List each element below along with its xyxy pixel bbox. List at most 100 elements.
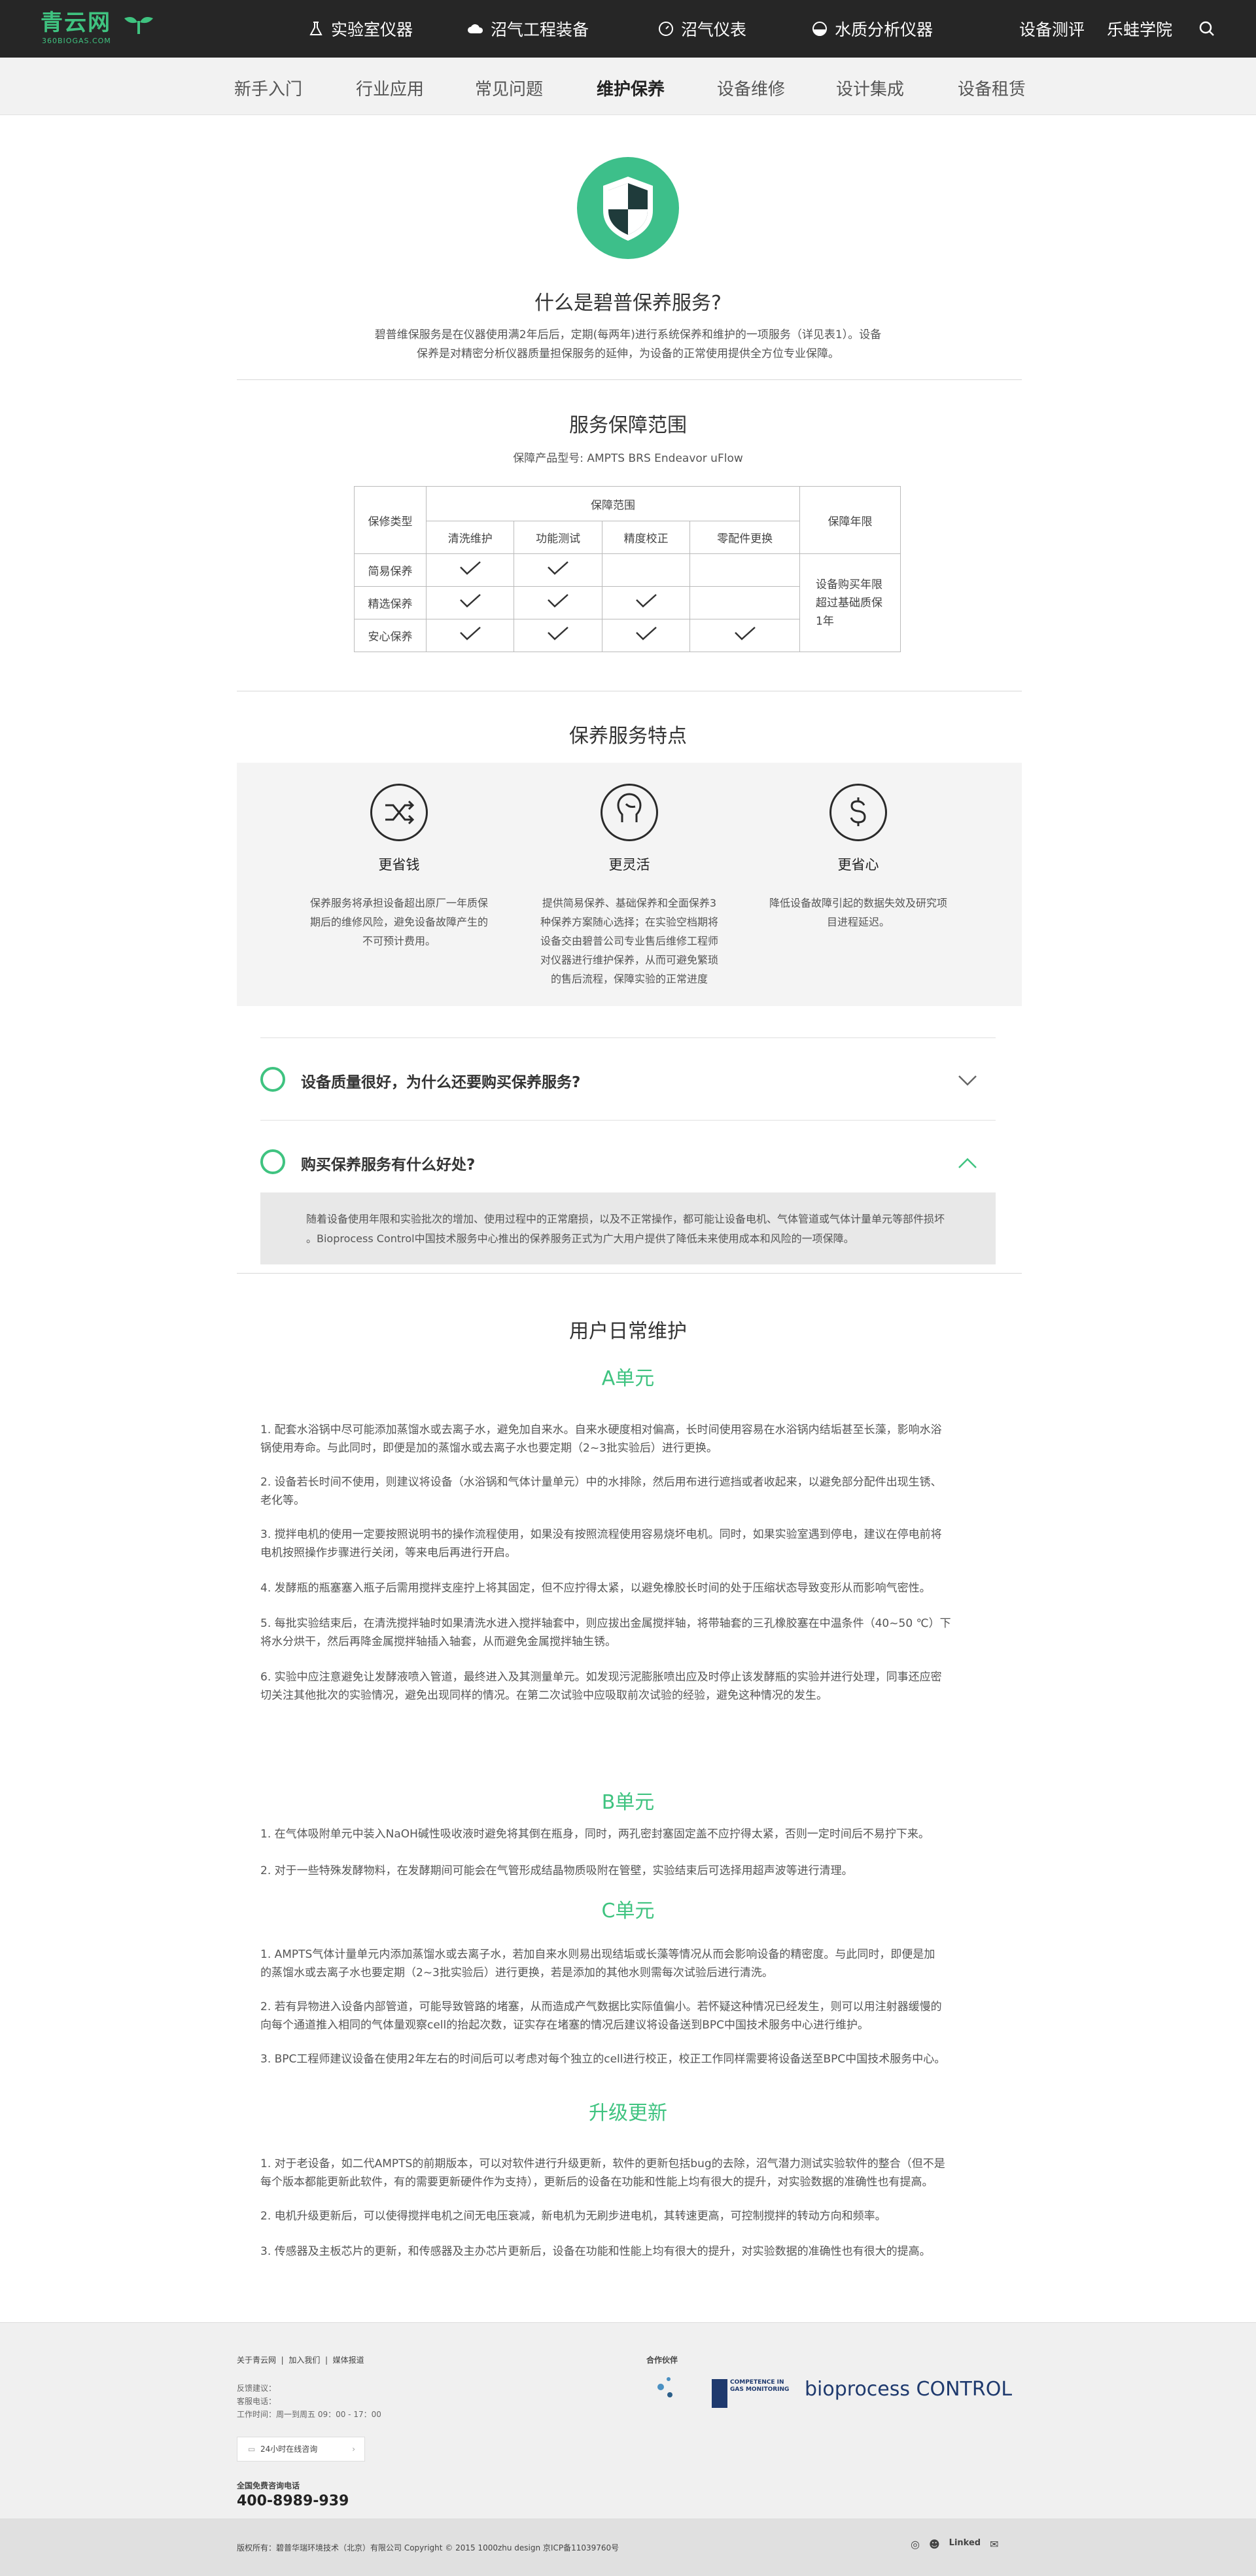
search-button[interactable] <box>1198 0 1215 58</box>
maintenance-line: 1. 对于老设备，如二代AMPTS的前期版本，可以对软件进行升级更新，软件的更新… <box>260 2157 945 2170</box>
partner-logo-gas-monitoring[interactable]: COMPETENCE IN GAS MONITORING <box>712 2379 790 2408</box>
maintenance-line: 3. BPC工程师建议设备在使用2年左右的时间后可以考虑对每个独立的cell进行… <box>260 2053 946 2066</box>
anaconda-logo-icon <box>657 2377 672 2397</box>
wechat-icon[interactable]: ✉ <box>990 2538 998 2550</box>
nav-water-analyzers[interactable]: 水质分析仪器 <box>811 0 933 58</box>
nav-label: 水质分析仪器 <box>835 20 933 39</box>
intro-text: 碧普维保服务是在仪器使用满2年后后，定期(每两年)进行系统保养和维护的一项服务（… <box>0 326 1256 364</box>
subnav-item-rental[interactable]: 设备租赁 <box>958 76 1026 100</box>
check-icon <box>425 553 515 587</box>
maintenance-line: 4. 发酵瓶的瓶塞塞入瓶子后需用搅拌支座拧上将其固定，但不应拧得太紧，以避免橡胶… <box>260 1582 931 1595</box>
feature-line: 种保养方案随心选择；在实验空档期将 <box>540 916 718 928</box>
table-subheader: 零配件更换 <box>689 521 800 554</box>
check-icon <box>425 586 515 619</box>
empty-cell <box>689 586 800 619</box>
feature-line: 提供简易保养、基础保养和全面保养3 <box>542 897 717 909</box>
subnav-item-integration[interactable]: 设计集成 <box>836 76 904 100</box>
maintenance-line: 2. 电机升级更新后，可以使得搅拌电机之间无电压衰减，新电机为无刷步进电机，其转… <box>260 2210 886 2223</box>
row-name: 简易保养 <box>354 553 427 587</box>
maintenance-line: 5. 每批实验结束后，在清洗搅拌轴时如果清洗水进入搅拌轴套中，则应拔出金属搅拌轴… <box>260 1617 951 1630</box>
subnav-item-industry[interactable]: 行业应用 <box>356 76 424 100</box>
logo-subtitle: 360BIOGAS.COM <box>42 37 111 45</box>
maintenance-line: 向每个通道推入相同的气体量观察cell的抬起次数，证实存在堵塞的情况后建议将设备… <box>260 2019 869 2032</box>
weibo-icon[interactable]: ◎ <box>911 2538 920 2550</box>
chevron-down-icon[interactable] <box>958 1075 977 1087</box>
linkedin-icon[interactable]: Linked <box>949 2538 981 2550</box>
partner-logo-anaconda[interactable] <box>646 2374 699 2413</box>
maintenance-item: 4. 发酵瓶的瓶塞塞入瓶子后需用搅拌支座拧上将其固定，但不应拧得太紧，以避免橡胶… <box>260 1579 996 1597</box>
divider <box>237 379 1022 380</box>
feature-card: 更灵活 提供简易保养、基础保养和全面保养3 种保养方案随心选择；在实验空档期将 … <box>531 763 727 988</box>
nav-lab-instruments[interactable]: 实验室仪器 <box>307 0 413 58</box>
copyright-bar: 版权所有：碧普华瑞环境技术（北京）有限公司 Copyright © 2015 1… <box>0 2518 1256 2576</box>
maintenance-item: 2. 设备若长时间不使用，则建议将设备（水浴锅和气体计量单元）中的水排除，然后用… <box>260 1473 996 1510</box>
feature-card: 更省钱 保养服务将承担设备超出原厂一年质保 期后的维修风险，避免设备故障产生的 … <box>301 763 497 950</box>
site-logo[interactable]: 青云网 360BIOGAS.COM <box>41 9 165 48</box>
nav-academy[interactable]: 乐蛙学院 <box>1107 0 1172 58</box>
maintenance-line: 切关注其他批次的实验情况，避免出现同样的情况。在第二次试验中应吸取前次试验的经验… <box>260 1689 828 1702</box>
maintenance-line: 2. 设备若长时间不使用，则建议将设备（水浴锅和气体计量单元）中的水排除，然后用… <box>260 1476 942 1489</box>
nav-device-review[interactable]: 设备测评 <box>1019 0 1085 58</box>
nav-biogas-meters[interactable]: 沼气仪表 <box>657 0 746 58</box>
chevron-up-icon[interactable] <box>958 1157 977 1169</box>
online-consult-button[interactable]: ▭ 24小时在线咨询 › <box>237 2437 365 2462</box>
answer-line: 。Bioprocess Control中国技术服务中心推出的保养服务正式为广大用… <box>306 1232 854 1245</box>
maintenance-item: 2. 若有异物进入设备内部管道，可能导致管路的堵塞，从而造成产气数据比实际值偏小… <box>260 1998 996 2034</box>
feature-text: 降低设备故障引起的数据失效及研究项 目进程延迟。 <box>760 894 956 931</box>
check-icon <box>425 619 515 652</box>
nav-label: 沼气仪表 <box>681 20 747 39</box>
social-icons: ◎ ☻ Linked ✉ <box>911 2538 998 2550</box>
table-subheader: 精度校正 <box>601 521 691 554</box>
maintenance-item: 1. AMPTS气体计量单元内添加蒸馏水或去离子水，若加自来水则易出现结垢或长藻… <box>260 1945 996 1982</box>
footer-links: 关于青云网 | 加入我们 | 媒体报道 <box>237 2356 364 2365</box>
chevron-right-icon: › <box>352 2445 355 2454</box>
subnav-item-maintenance[interactable]: 维护保养 <box>597 76 665 100</box>
table-row: 简易保养 设备购买年限超过基础质保1年 <box>354 553 901 652</box>
maintenance-line: 6. 实验中应注意避免让发酵液喷入管道，最终进入及其测量单元。如发现污泥膨胀喷出… <box>260 1671 942 1684</box>
qq-icon[interactable]: ☻ <box>929 2538 940 2550</box>
footer-contact: 反馈建议： 客服电话： 工作时间：周一到周五 09：00 - 17：00 <box>237 2382 381 2421</box>
maintenance-line: 2. 若有异物进入设备内部管道，可能导致管路的堵塞，从而造成产气数据比实际值偏小… <box>260 2000 942 2013</box>
unit-title: A单元 <box>601 1367 655 1390</box>
hotline-number[interactable]: 400-8989-939 <box>237 2493 349 2509</box>
footer-link[interactable]: 加入我们 <box>288 2356 320 2365</box>
feature-title: 更灵活 <box>608 857 650 873</box>
footer-link[interactable]: 关于青云网 <box>237 2356 276 2365</box>
dollar-icon <box>829 784 887 841</box>
unit-title: 升级更新 <box>589 2102 667 2125</box>
maintenance-line: 1. 配套水浴锅中尽可能添加蒸馏水或去离子水，避免加自来水。自来水硬度相对偏高，… <box>260 1423 942 1436</box>
faq-question: 购买保养服务有什么好处? <box>301 1157 476 1174</box>
maintenance-line: 3. 传感器及主板芯片的更新，和传感器及主办芯片更新后，设备在功能和性能上均有很… <box>260 2245 931 2258</box>
faq-item[interactable]: 设备质量很好，为什么还要购买保养服务? <box>260 1037 996 1120</box>
check-icon <box>601 619 691 652</box>
faq-item[interactable]: 购买保养服务有什么好处? <box>260 1120 996 1192</box>
features-title: 保养服务特点 <box>569 725 687 748</box>
row-name: 精选保养 <box>354 586 427 619</box>
subnav-item-repair[interactable]: 设备维修 <box>717 76 785 100</box>
maintenance-line: 锅使用寿命。与此同时，即便是加的蒸馏水或去离子水也要定期（2~3批实验后）进行更… <box>260 1442 718 1455</box>
service-table: 保修类型 保障范围 保障年限 清洗维护 功能测试 精度校正 零配件更换 简易保养… <box>354 486 901 652</box>
subnav-item-beginner[interactable]: 新手入门 <box>234 76 302 100</box>
divider <box>237 1273 1022 1274</box>
table-header-range: 保障范围 <box>426 486 800 521</box>
table-header-type: 保修类型 <box>354 486 427 554</box>
cloud-icon <box>468 24 483 33</box>
subnav-item-faq[interactable]: 常见问题 <box>475 76 543 100</box>
nav-biogas-equipment[interactable]: 沼气工程装备 <box>467 0 589 58</box>
faq-answer: 随着设备使用年限和实验批次的增加、使用过程中的正常磨损，以及不正常操作，都可能让… <box>260 1192 996 1264</box>
feature-title: 更省心 <box>837 857 879 873</box>
maintenance-item: 1. 对于老设备，如二代AMPTS的前期版本，可以对软件进行升级更新，软件的更新… <box>260 2155 996 2191</box>
feature-card: 更省心 降低设备故障引起的数据失效及研究项 目进程延迟。 <box>760 763 956 931</box>
contact-line: 反馈建议： <box>237 2384 277 2393</box>
partners-label: 合作伙伴 <box>646 2356 678 2365</box>
flask-icon <box>309 22 323 35</box>
footer-link[interactable]: 媒体报道 <box>333 2356 364 2365</box>
feature-title: 更省钱 <box>378 857 420 873</box>
feature-line: 目进程延迟。 <box>826 916 890 928</box>
search-icon <box>1199 21 1214 36</box>
nav-label: 沼气工程装备 <box>491 20 589 39</box>
table-subheader: 清洗维护 <box>425 521 515 554</box>
table-header-term: 保障年限 <box>799 486 901 554</box>
partner-logo-bioprocess[interactable]: bioprocess CONTROL <box>805 2378 1012 2401</box>
chat-icon: ▭ <box>248 2445 256 2454</box>
